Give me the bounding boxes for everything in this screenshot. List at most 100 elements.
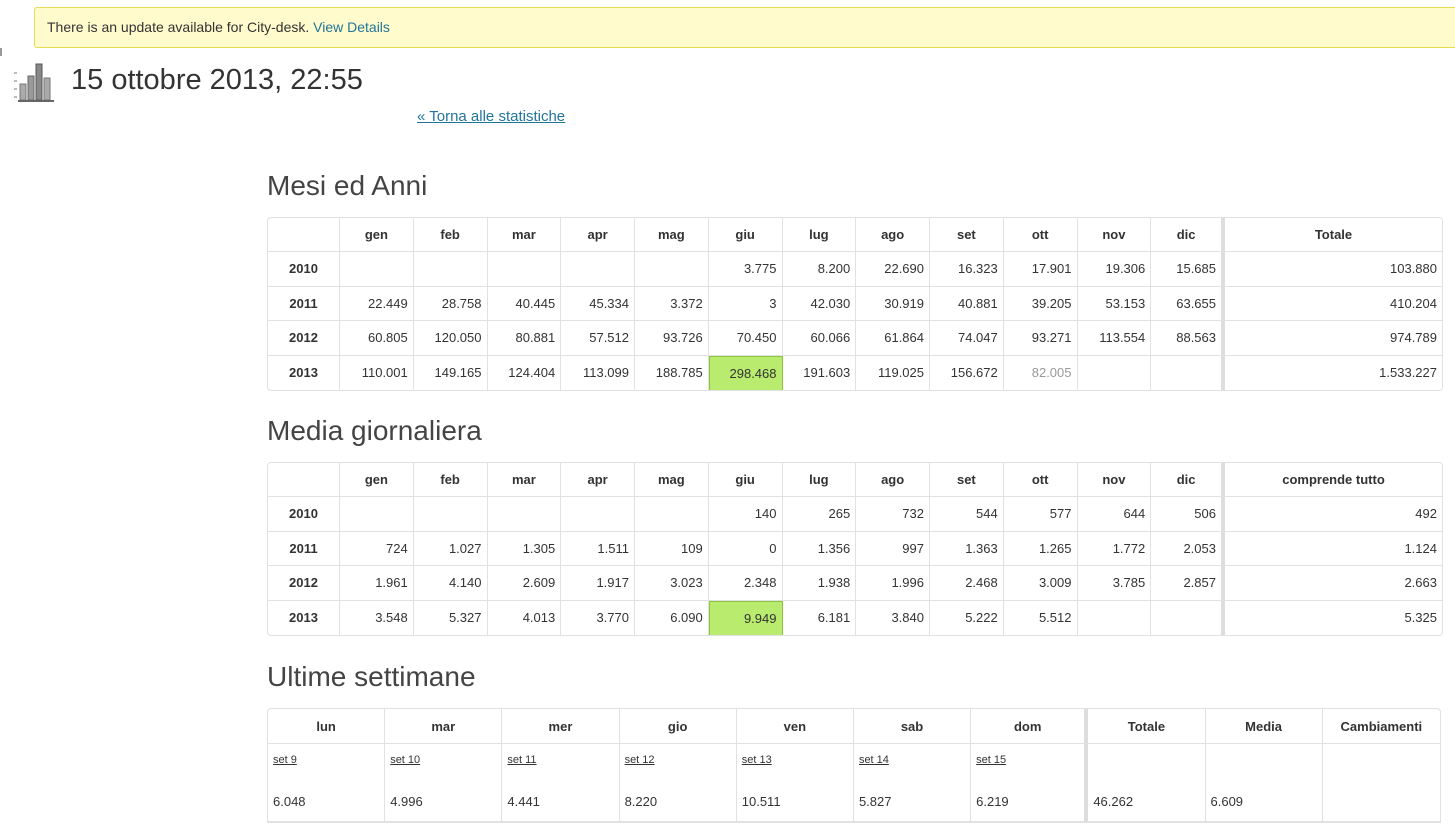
- month-header: set: [930, 463, 1004, 497]
- value-cell: 2.468: [930, 566, 1004, 601]
- value-cell: 1.305: [487, 531, 562, 566]
- value-cell: 80.881: [487, 321, 562, 356]
- daily-average-table: gen feb mar apr mag giu lug ago set ott nov dic comp…: [267, 462, 1443, 636]
- value-cell: 3.023: [635, 566, 709, 601]
- day-date-link[interactable]: set 15: [976, 754, 1079, 792]
- stats-chart-icon: [14, 63, 54, 102]
- weekday-header: ven: [736, 709, 854, 744]
- value-cell: 1.265: [1003, 531, 1078, 566]
- weekday-header: gio: [619, 709, 737, 744]
- weekday-header: mar: [385, 709, 503, 744]
- year-cell: 2011: [268, 286, 340, 321]
- year-cell: 2013: [268, 600, 340, 635]
- daily-heading: Media giornaliera: [267, 415, 482, 446]
- month-header: mar: [487, 463, 562, 497]
- value-cell: 28.758: [413, 286, 488, 321]
- value-cell: 1.961: [340, 566, 414, 601]
- value-cell: 113.099: [561, 355, 635, 390]
- year-cell: 2013: [268, 355, 340, 390]
- view-details-link[interactable]: View Details: [313, 19, 390, 35]
- value-cell: 70.450: [708, 321, 783, 356]
- value-cell: 724: [340, 531, 414, 566]
- month-header: lug: [782, 218, 857, 252]
- week-average-cell: 6.609: [1205, 744, 1323, 822]
- value-cell: 124.404: [488, 355, 562, 390]
- table-row: 2011 22.449 28.758 40.445 45.334 3.372 3 42.030…: [268, 286, 1442, 321]
- week-change-cell: [1322, 744, 1440, 822]
- week-change: [1328, 754, 1435, 794]
- value-cell: 109: [635, 531, 709, 566]
- value-cell: 1.363: [930, 531, 1004, 566]
- day-date-link[interactable]: set 13: [742, 754, 848, 792]
- total-cell: 1.533.227: [1379, 365, 1437, 381]
- summary-header: Media: [1205, 709, 1323, 744]
- month-header: set: [930, 218, 1004, 252]
- day-cell: set 11 4.441: [502, 744, 620, 822]
- value-cell: 16.323: [930, 252, 1004, 287]
- weeks-header-row: lun mar mer gio ven sab dom Totale Media Cambiame…: [268, 709, 1440, 744]
- value-cell: 5.512: [1004, 600, 1078, 635]
- value-cell: 19.306: [1077, 252, 1152, 287]
- day-value: 4.441: [507, 794, 540, 809]
- total-cell: 492: [1225, 497, 1442, 532]
- week-row: set 9 6.048 set 10 4.996 set 11 4.441 set 12 8.…: [268, 744, 1440, 822]
- month-header: apr: [561, 218, 635, 252]
- day-date-link[interactable]: set 12: [625, 754, 731, 792]
- day-value: 10.511: [741, 794, 781, 809]
- value-cell: 40.445: [487, 286, 562, 321]
- month-header: nov: [1077, 463, 1152, 497]
- year-cell: 2011: [268, 531, 340, 566]
- value-cell: [1151, 600, 1225, 635]
- corner-header: [268, 463, 340, 497]
- update-notice: There is an update available for City-de…: [34, 7, 1455, 48]
- value-cell: 93.726: [635, 321, 709, 356]
- month-header: ott: [1003, 463, 1078, 497]
- year-cell: 2010: [268, 497, 340, 532]
- value-cell: 188.785: [635, 355, 709, 390]
- value-cell: 997: [856, 531, 930, 566]
- summary-header: Cambiamenti: [1322, 709, 1440, 744]
- months-heading: Mesi ed Anni: [267, 170, 428, 201]
- month-header: gen: [340, 463, 414, 497]
- value-cell: 577: [1003, 497, 1078, 532]
- value-cell: 39.205: [1003, 286, 1078, 321]
- value-cell: 3.009: [1003, 566, 1078, 601]
- day-value: 8.220: [624, 794, 658, 809]
- total-cell: 103.880: [1225, 252, 1442, 287]
- page-title: 15 ottobre 2013, 22:55: [71, 64, 363, 96]
- total-header: Totale: [1225, 218, 1442, 252]
- month-header: gen: [340, 218, 414, 252]
- day-value: 4.996: [390, 794, 423, 809]
- value-cell: 22.449: [340, 286, 414, 321]
- value-cell: 42.030: [782, 286, 857, 321]
- week-average: 6.609: [1210, 794, 1244, 809]
- day-date-link[interactable]: set 14: [859, 754, 965, 792]
- value-cell: 506: [1151, 497, 1225, 532]
- value-cell: 1.996: [856, 566, 930, 601]
- total-cell: 1.124: [1225, 532, 1442, 566]
- day-date-link[interactable]: set 9: [273, 754, 379, 792]
- value-cell: 53.153: [1077, 286, 1152, 321]
- table-row: 2010 3.775 8.200 22.690 16.323 17.901 19.306 15…: [268, 252, 1442, 287]
- month-header: dic: [1151, 463, 1225, 497]
- total-cell: 974.789: [1225, 321, 1442, 356]
- value-cell: 40.881: [930, 286, 1004, 321]
- value-cell: 93.271: [1003, 321, 1078, 356]
- day-date-link[interactable]: set 10: [390, 754, 496, 792]
- back-to-stats-link[interactable]: « Torna alle statistiche: [417, 108, 565, 125]
- day-value: 6.219: [976, 794, 1009, 809]
- value-cell: [561, 497, 635, 532]
- year-cell: 2012: [268, 321, 340, 356]
- value-cell: 2.053: [1151, 531, 1225, 566]
- value-cell: 17.901: [1003, 252, 1078, 287]
- weekday-header: mer: [502, 709, 620, 744]
- day-date-link[interactable]: set 11: [507, 754, 613, 792]
- value-cell: 732: [856, 497, 930, 532]
- value-cell: 1.938: [782, 566, 857, 601]
- value-cell: 191.603: [783, 355, 857, 390]
- value-cell: 4.013: [488, 600, 562, 635]
- value-cell: [1151, 355, 1225, 390]
- corner-header: [268, 218, 340, 252]
- value-cell: 113.554: [1077, 321, 1152, 356]
- value-cell: 6.181: [783, 600, 857, 635]
